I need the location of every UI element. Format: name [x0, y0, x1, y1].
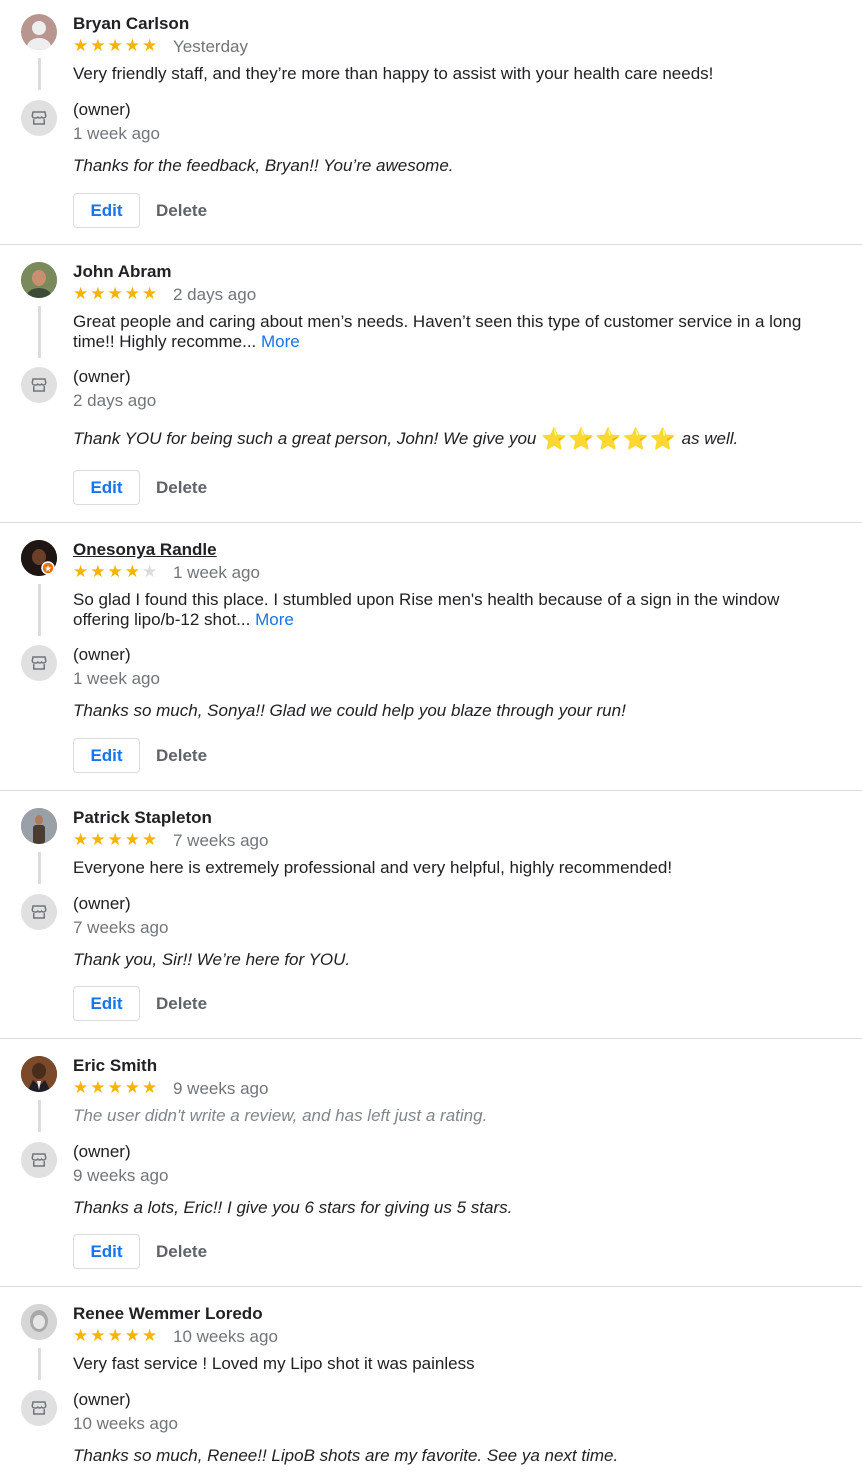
star-emoji-icon: ⭐⭐⭐⭐⭐ [541, 428, 677, 451]
review-text: So glad I found this place. I stumbled u… [73, 590, 780, 629]
more-link[interactable]: More [261, 332, 300, 351]
avatar-photo: ★ [21, 540, 57, 576]
thread-line [38, 584, 41, 636]
owner-label: (owner) [73, 367, 131, 386]
edit-reply-button[interactable]: Edit [73, 193, 140, 228]
edit-reply-button[interactable]: Edit [73, 470, 140, 505]
owner-label: (owner) [73, 100, 131, 119]
storefront-icon [21, 1390, 57, 1426]
delete-reply-button[interactable]: Delete [148, 470, 215, 505]
edit-reply-button[interactable]: Edit [73, 1234, 140, 1269]
star-rating: ★★★★★ [73, 284, 160, 303]
star-rating: ★★★★★ [73, 1326, 160, 1345]
owner-reply-date: 1 week ago [73, 669, 160, 688]
delete-reply-button[interactable]: Delete [148, 738, 215, 773]
review-date: 7 weeks ago [173, 831, 269, 850]
delete-reply-button[interactable]: Delete [148, 193, 215, 228]
review-author[interactable]: Bryan Carlson [73, 14, 832, 34]
review-author[interactable]: Renee Wemmer Loredo [73, 1304, 832, 1324]
storefront-icon [21, 645, 57, 681]
owner-reply-date: 1 week ago [73, 124, 160, 143]
review-card: Eric Smith ★★★★★ 9 weeks ago The user di… [0, 1039, 862, 1287]
avatar[interactable]: ★ [21, 540, 57, 576]
person-icon [27, 21, 51, 50]
review-date: 2 days ago [173, 285, 257, 304]
storefront-icon [21, 1142, 57, 1178]
edit-reply-button[interactable]: Edit [73, 738, 140, 773]
review-card: Bryan Carlson ★★★★★ Yesterday Very frien… [0, 0, 862, 245]
svg-text:★: ★ [44, 565, 52, 575]
review-author[interactable]: Eric Smith [73, 1056, 832, 1076]
storefront-icon [21, 894, 57, 930]
owner-reply-date: 7 weeks ago [73, 918, 169, 937]
owner-reply-date: 10 weeks ago [73, 1414, 178, 1433]
owner-reply-text: Thanks so much, Sonya!! Glad we could he… [73, 701, 626, 720]
review-date: Yesterday [173, 37, 248, 56]
star-rating: ★★★★★ [73, 562, 160, 581]
avatar[interactable] [21, 1056, 57, 1092]
star-rating: ★★★★★ [73, 1078, 160, 1097]
review-text: Everyone here is extremely professional … [73, 858, 673, 877]
avatar[interactable] [21, 14, 57, 50]
review-text: The user didn't write a review, and has … [73, 1106, 488, 1125]
review-author[interactable]: Onesonya Randle [73, 540, 832, 560]
review-card: Renee Wemmer Loredo ★★★★★ 10 weeks ago V… [0, 1287, 862, 1482]
star-rating: ★★★★★ [73, 36, 160, 55]
review-text: Very fast service ! Loved my Lipo shot i… [73, 1354, 475, 1373]
avatar-photo [21, 1304, 57, 1340]
review-author[interactable]: Patrick Stapleton [73, 808, 832, 828]
review-card: Patrick Stapleton ★★★★★ 7 weeks ago Ever… [0, 791, 862, 1039]
review-text: Very friendly staff, and they’re more th… [73, 64, 714, 83]
more-link[interactable]: More [255, 610, 294, 629]
avatar-photo [21, 808, 57, 844]
delete-reply-button[interactable]: Delete [148, 1234, 215, 1269]
review-date: 9 weeks ago [173, 1079, 269, 1098]
storefront-icon [21, 367, 57, 403]
owner-reply-text: Thanks a lots, Eric!! I give you 6 stars… [73, 1198, 513, 1217]
owner-reply-text: Thank you, Sir!! We’re here for YOU. [73, 950, 351, 969]
owner-reply-date: 9 weeks ago [73, 1166, 169, 1185]
review-text: Great people and caring about men’s need… [73, 312, 802, 351]
thread-line [38, 1100, 41, 1132]
avatar-photo [21, 1056, 57, 1092]
owner-label: (owner) [73, 1390, 131, 1409]
edit-reply-button[interactable]: Edit [73, 986, 140, 1021]
owner-reply-text: Thank YOU for being such a great person,… [73, 428, 739, 451]
review-date: 1 week ago [173, 563, 260, 582]
avatar[interactable] [21, 808, 57, 844]
storefront-icon [21, 100, 57, 136]
review-date: 10 weeks ago [173, 1327, 278, 1346]
avatar[interactable] [21, 262, 57, 298]
thread-line [38, 306, 41, 358]
thread-line [38, 852, 41, 884]
reviews-list: Bryan Carlson ★★★★★ Yesterday Very frien… [0, 0, 862, 1482]
avatar-photo [21, 262, 57, 298]
review-card: ★ Onesonya Randle ★★★★★ 1 week ago So gl… [0, 523, 862, 791]
star-rating: ★★★★★ [73, 830, 160, 849]
owner-label: (owner) [73, 894, 131, 913]
review-author[interactable]: John Abram [73, 262, 832, 282]
owner-reply-date: 2 days ago [73, 391, 157, 410]
review-card: John Abram ★★★★★ 2 days ago Great people… [0, 245, 862, 523]
owner-reply-text: Thanks for the feedback, Bryan!! You’re … [73, 156, 454, 175]
owner-label: (owner) [73, 645, 131, 664]
delete-reply-button[interactable]: Delete [148, 986, 215, 1021]
avatar[interactable] [21, 1304, 57, 1340]
thread-line [38, 1348, 41, 1380]
owner-reply-text: Thanks so much, Renee!! LipoB shots are … [73, 1446, 619, 1465]
thread-line [38, 58, 41, 90]
owner-label: (owner) [73, 1142, 131, 1161]
